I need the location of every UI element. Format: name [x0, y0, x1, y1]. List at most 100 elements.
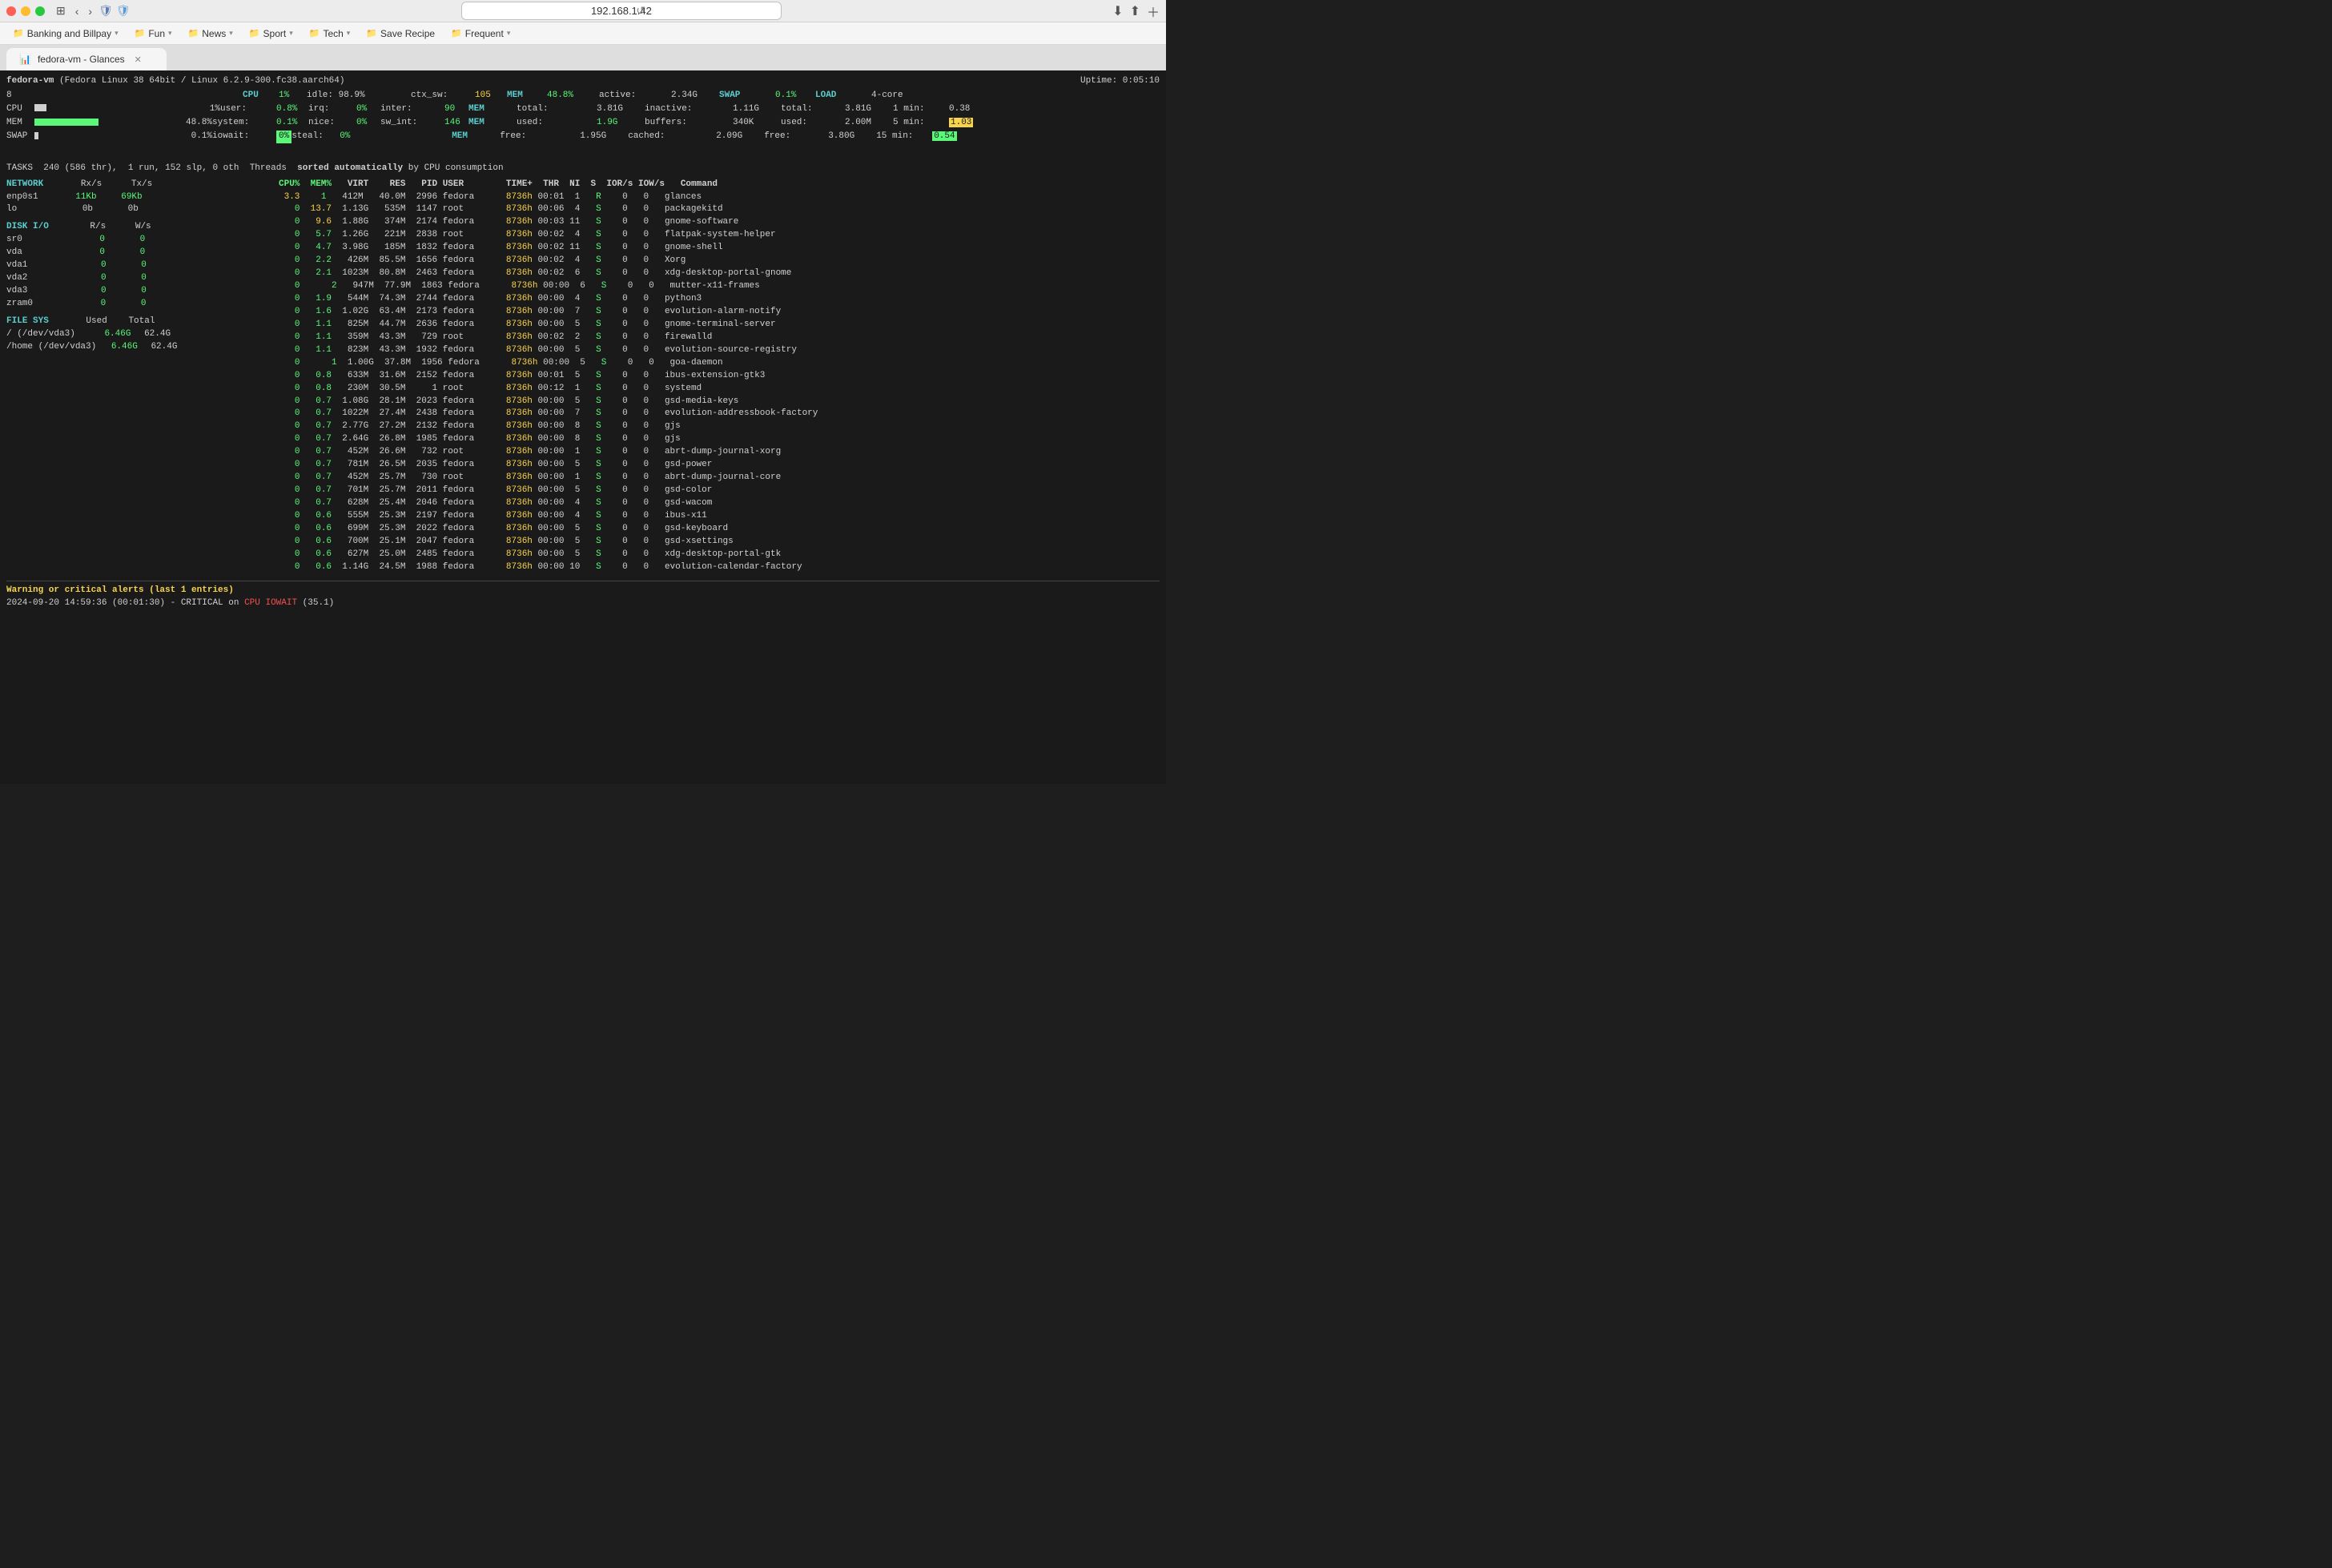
tab-bar: 📊 fedora-vm - Glances ✕	[0, 45, 1166, 70]
titlebar: ⊞ ‹ › 🛡 🛡 192.168.1.42 ↺ ⬇ ⬆ ＋	[0, 0, 1166, 22]
folder-icon: 📁	[366, 28, 377, 38]
mem-free: free:	[500, 131, 580, 143]
table-row: 0 9.6 1.88G 374M 2174 fedora 8736h 00:03…	[279, 216, 1160, 229]
load-5min-val: 1.03	[949, 117, 973, 130]
load-1min-val: 0.38	[949, 103, 970, 116]
table-row: 0 2.2 426M 85.5M 1656 fedora 8736h 00:02…	[279, 255, 1160, 267]
mem-active: active:	[599, 90, 671, 103]
cpu-system: system:	[212, 117, 276, 130]
fs-header: FILE SYS Used Total	[6, 316, 279, 328]
bookmark-fun[interactable]: 📁 Fun ▾	[128, 26, 179, 42]
sidebar-toggle[interactable]: ⊞	[53, 2, 69, 19]
cpu-irq-val: 0%	[356, 103, 380, 116]
share-icon[interactable]: ⬆	[1130, 3, 1140, 19]
mem-bar	[34, 119, 99, 126]
cpu-nice-val: 0%	[356, 117, 380, 130]
cpu-irq: irq:	[308, 103, 356, 116]
swap-used: used:	[781, 117, 845, 130]
bookmark-frequent[interactable]: 📁 Frequent ▾	[444, 26, 517, 42]
cpu-swint: sw_int:	[380, 117, 444, 130]
network-enp: enp0s1 11Kb 69Kb	[6, 191, 279, 204]
table-row: 0 0.7 1.08G 28.1M 2023 fedora 8736h 00:0…	[279, 396, 1160, 408]
disk-vda2: vda2 0 0	[6, 272, 279, 285]
folder-icon: 📁	[249, 28, 260, 38]
mem-total: total:	[517, 103, 597, 116]
bookmark-news[interactable]: 📁 News ▾	[182, 26, 239, 42]
table-row: 0 0.7 2.77G 27.2M 2132 fedora 8736h 00:0…	[279, 420, 1160, 433]
tab-close-button[interactable]: ✕	[135, 54, 142, 65]
toolbar-controls: ⊞ ‹ › 🛡 🛡	[53, 2, 131, 19]
mem-label-5: MEM	[452, 131, 500, 143]
load-label: LOAD	[815, 90, 871, 103]
table-row: 0 0.7 701M 25.7M 2011 fedora 8736h 00:00…	[279, 484, 1160, 497]
cpu-steal: steal:	[292, 131, 340, 143]
address-bar[interactable]: 192.168.1.42	[461, 2, 782, 20]
table-row: 0 0.8 230M 30.5M 1 root 8736h 00:12 1 S …	[279, 383, 1160, 396]
maximize-button[interactable]	[35, 6, 45, 16]
close-button[interactable]	[6, 6, 16, 16]
swap-label: SWAP	[719, 90, 775, 103]
table-row: 0 0.8 633M 31.6M 2152 fedora 8736h 00:01…	[279, 370, 1160, 383]
network-lo: lo 0b 0b	[6, 203, 279, 216]
bookmark-sport[interactable]: 📁 Sport ▾	[243, 26, 300, 42]
warning-detail: 2024-09-20 14:59:36 (00:01:30) - CRITICA…	[6, 597, 1160, 610]
folder-icon: 📁	[451, 28, 462, 38]
disk-vda: vda 0 0	[6, 247, 279, 259]
cpu-bar	[34, 104, 46, 111]
swap-total-val: 3.81G	[845, 103, 893, 116]
table-row: 0 0.6 699M 25.3M 2022 fedora 8736h 00:00…	[279, 523, 1160, 536]
warning-section: Warning or critical alerts (last 1 entri…	[6, 581, 1160, 610]
table-row: 0 0.6 700M 25.1M 2047 fedora 8736h 00:00…	[279, 536, 1160, 549]
disk-zram0: zram0 0 0	[6, 298, 279, 311]
cpu-pct-2: 1%	[48, 103, 220, 116]
fs-root: / (/dev/vda3) 6.46G 62.4G	[6, 328, 279, 341]
table-row: 0 1.9 544M 74.3M 2744 fedora 8736h 00:00…	[279, 293, 1160, 306]
table-row: 0 1.6 1.02G 63.4M 2173 fedora 8736h 00:0…	[279, 306, 1160, 319]
reload-button[interactable]: ↺	[636, 4, 645, 18]
bookmark-save-recipe[interactable]: 📁 Save Recipe	[360, 26, 441, 42]
cpu-label: CPU	[243, 90, 279, 103]
mem-used: used:	[517, 117, 597, 130]
cpu-ctxsw: ctx_sw:	[411, 90, 475, 103]
mem-cached: cached:	[628, 131, 716, 143]
cpu-user: user:	[220, 103, 276, 116]
cpu-inter-val: 90	[444, 103, 468, 116]
new-tab-icon[interactable]: ＋	[1147, 2, 1160, 21]
minimize-button[interactable]	[21, 6, 30, 16]
tab-favicon: 📊	[19, 54, 31, 65]
load-cores: 4-core	[871, 90, 903, 103]
fs-home: /home (/dev/vda3) 6.46G 62.4G	[6, 341, 279, 354]
cpu-steal-val: 0%	[340, 131, 364, 143]
bookmark-tech[interactable]: 📁 Tech ▾	[303, 26, 357, 42]
mem-buffers: buffers:	[645, 117, 733, 130]
process-table: CPU% MEM% VIRT RES PID USER TIME+ THR NI…	[279, 179, 1160, 574]
swap-free-val: 3.80G	[828, 131, 876, 143]
address-bar-wrap: 192.168.1.42 ↺	[131, 2, 1113, 20]
bookmarks-bar: 📁 Banking and Billpay ▾ 📁 Fun ▾ 📁 News ▾…	[0, 22, 1166, 45]
table-row: 0 2.1 1023M 80.8M 2463 fedora 8736h 00:0…	[279, 267, 1160, 280]
mem-cached-val: 2.09G	[716, 131, 764, 143]
table-row: 0 0.6 555M 25.3M 2197 fedora 8736h 00:00…	[279, 510, 1160, 523]
spacer1	[364, 131, 452, 143]
mem-pct: 48.8%	[547, 90, 599, 103]
table-row: 0 0.7 1022M 27.4M 2438 fedora 8736h 00:0…	[279, 408, 1160, 420]
table-row: 0 5.7 1.26G 221M 2838 root 8736h 00:02 4…	[279, 229, 1160, 242]
mem-pct-2: 48.8%	[100, 117, 212, 130]
swap-total: total:	[781, 103, 845, 116]
swap-pct-2: 0.1%	[40, 131, 212, 143]
terminal-area[interactable]: fedora-vm (Fedora Linux 38 64bit / Linux…	[0, 70, 1166, 784]
mem-label: MEM	[507, 90, 547, 103]
forward-button[interactable]: ›	[85, 3, 95, 19]
mem-free-val: 1.95G	[580, 131, 628, 143]
load-15min: 15 min:	[876, 131, 932, 143]
table-row: 3.3 1 412M 40.0M 2996 fedora 8736h 00:01…	[279, 191, 1160, 204]
mem-inactive-val: 1.11G	[733, 103, 781, 116]
swap-pct: 0.1%	[775, 90, 815, 103]
bookmark-banking[interactable]: 📁 Banking and Billpay ▾	[6, 26, 125, 42]
download-icon[interactable]: ⬇	[1112, 3, 1123, 19]
cpu-num: 8	[6, 90, 34, 103]
folder-icon: 📁	[13, 28, 24, 38]
active-tab[interactable]: 📊 fedora-vm - Glances ✕	[6, 48, 167, 70]
table-row: 0 0.7 781M 26.5M 2035 fedora 8736h 00:00…	[279, 459, 1160, 472]
back-button[interactable]: ‹	[72, 3, 82, 19]
